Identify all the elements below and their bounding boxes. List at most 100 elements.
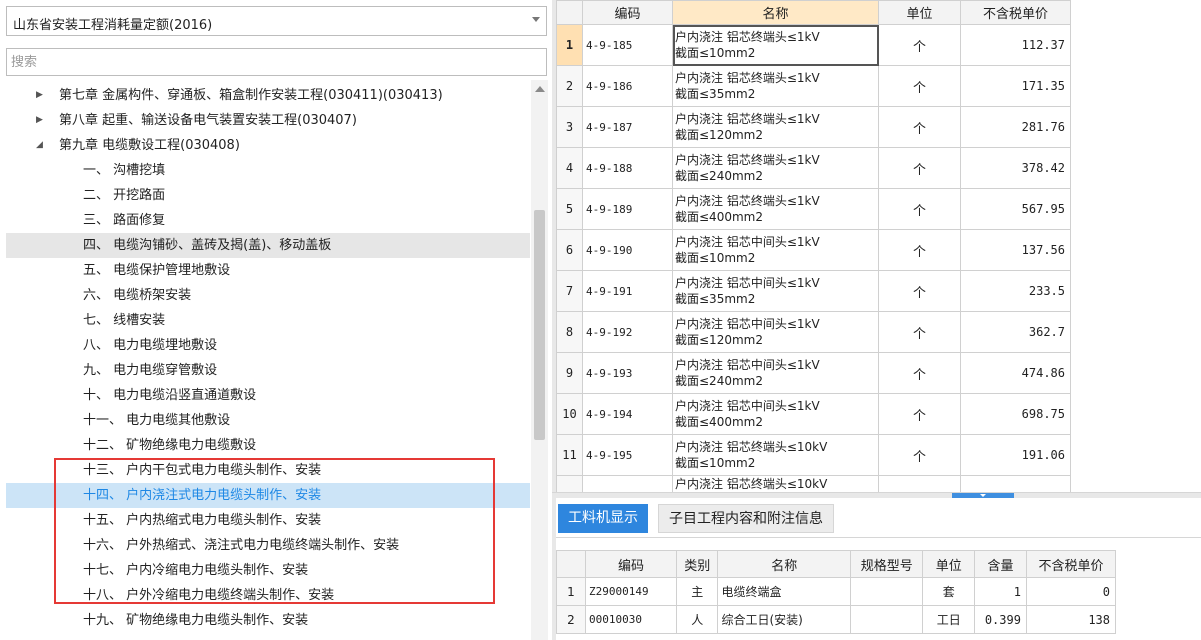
row-price[interactable]: 233.5	[960, 270, 1071, 312]
row-unit[interactable]: 个	[878, 393, 961, 435]
row-spec[interactable]	[849, 577, 924, 606]
table-row[interactable]: 3 4-9-187 户内浇注 铝芯终端头≤1kV 截面≤120mm2 个 281.…	[556, 106, 1071, 148]
tree-section-hovered[interactable]: 四、 电缆沟铺砂、盖砖及揭(盖)、移动盖板	[6, 233, 530, 258]
tree-section[interactable]: 三、 路面修复	[6, 208, 530, 233]
row-price[interactable]: 138	[1025, 605, 1117, 634]
table-row[interactable]: 1 Z29000149 主 电缆终端盒 套 1 0	[556, 577, 1117, 606]
table-row[interactable]: 2 00010030 人 综合工日(安装) 工日 0.399 138	[556, 605, 1117, 634]
row-name[interactable]: 户内浇注 铝芯终端头≤10kV	[672, 475, 879, 492]
row-spec[interactable]	[849, 605, 924, 634]
row-name[interactable]: 户内浇注 铝芯终端头≤1kV 截面≤35mm2	[672, 65, 879, 107]
row-price[interactable]: 191.06	[960, 434, 1071, 476]
row-code[interactable]: 4-9-185	[582, 24, 673, 66]
row-unit[interactable]: 个	[878, 352, 961, 394]
tree-section[interactable]: 八、 电力电缆埋地敷设	[6, 333, 530, 358]
row-price[interactable]: 698.75	[960, 393, 1071, 435]
tree-section[interactable]: 一、 沟槽挖填	[6, 158, 530, 183]
tab-work-content[interactable]: 子目工程内容和附注信息	[658, 504, 834, 533]
row-name[interactable]: 户内浇注 铝芯中间头≤1kV 截面≤35mm2	[672, 270, 879, 312]
row-name[interactable]: 户内浇注 铝芯终端头≤10kV 截面≤10mm2	[672, 434, 879, 476]
table-row[interactable]: 8 4-9-192 户内浇注 铝芯中间头≤1kV 截面≤120mm2 个 362.…	[556, 311, 1071, 353]
table-row[interactable]: 4 4-9-188 户内浇注 铝芯终端头≤1kV 截面≤240mm2 个 378.…	[556, 147, 1071, 189]
row-price[interactable]: 0	[1025, 577, 1117, 606]
row-name[interactable]: 户内浇注 铝芯终端头≤1kV 截面≤120mm2	[672, 106, 879, 148]
row-code[interactable]: 4-9-194	[582, 393, 673, 435]
table-row[interactable]: 10 4-9-194 户内浇注 铝芯中间头≤1kV 截面≤400mm2 个 698…	[556, 393, 1071, 435]
row-price[interactable]: 171.35	[960, 65, 1071, 107]
row-code[interactable]: 4-9-187	[582, 106, 673, 148]
tree-section[interactable]: 十八、 户外冷缩电力电缆终端头制作、安装	[6, 583, 530, 608]
tree-section[interactable]: 十九、 矿物绝缘电力电缆头制作、安装	[6, 608, 530, 633]
row-price[interactable]: 378.42	[960, 147, 1071, 189]
tree-scrollbar[interactable]	[531, 80, 548, 640]
tree-section[interactable]: 十三、 户内干包式电力电缆头制作、安装	[6, 458, 530, 483]
row-code[interactable]: 4-9-186	[582, 65, 673, 107]
table-row-partial[interactable]: 户内浇注 铝芯终端头≤10kV	[556, 475, 1071, 492]
table-row[interactable]: 5 4-9-189 户内浇注 铝芯终端头≤1kV 截面≤400mm2 个 567.…	[556, 188, 1071, 230]
row-name[interactable]: 户内浇注 铝芯终端头≤1kV 截面≤10mm2	[672, 24, 879, 66]
row-type[interactable]: 人	[676, 605, 719, 634]
tree-section[interactable]: 九、 电力电缆穿管敷设	[6, 358, 530, 383]
table-row[interactable]: 9 4-9-193 户内浇注 铝芯中间头≤1kV 截面≤240mm2 个 474.…	[556, 352, 1071, 394]
row-qty[interactable]: 1	[974, 577, 1027, 606]
row-unit[interactable]: 个	[878, 147, 961, 189]
row-name[interactable]: 电缆终端盒	[717, 577, 851, 606]
row-price[interactable]	[960, 475, 1071, 492]
tree-section[interactable]: 十二、 矿物绝缘电力电缆敷设	[6, 433, 530, 458]
tree-section[interactable]: 五、 电缆保护管埋地敷设	[6, 258, 530, 283]
row-code[interactable]: 4-9-191	[582, 270, 673, 312]
row-name[interactable]: 户内浇注 铝芯终端头≤1kV 截面≤240mm2	[672, 147, 879, 189]
row-name[interactable]: 户内浇注 铝芯中间头≤1kV 截面≤400mm2	[672, 393, 879, 435]
tree-section[interactable]: 十六、 户外热缩式、浇注式电力电缆终端头制作、安装	[6, 533, 530, 558]
row-unit[interactable]: 个	[878, 65, 961, 107]
col-header-type[interactable]: 类别	[676, 550, 719, 578]
search-field[interactable]	[6, 48, 547, 76]
tree-section-selected[interactable]: 十四、 户内浇注式电力电缆头制作、安装	[6, 483, 530, 508]
tree-section[interactable]: 二、 开挖路面	[6, 183, 530, 208]
row-unit[interactable]: 个	[878, 188, 961, 230]
row-code[interactable]: 4-9-190	[582, 229, 673, 271]
tree-section[interactable]: 十五、 户内热缩式电力电缆头制作、安装	[6, 508, 530, 533]
row-code[interactable]	[582, 475, 673, 492]
library-select[interactable]: 山东省安装工程消耗量定额(2016)	[6, 6, 547, 36]
row-price[interactable]: 567.95	[960, 188, 1071, 230]
table-row[interactable]: 2 4-9-186 户内浇注 铝芯终端头≤1kV 截面≤35mm2 个 171.3…	[556, 65, 1071, 107]
row-unit[interactable]: 个	[878, 311, 961, 353]
collapse-arrow-icon[interactable]: ◢	[36, 133, 43, 158]
row-price[interactable]: 474.86	[960, 352, 1071, 394]
row-name[interactable]: 户内浇注 铝芯中间头≤1kV 截面≤10mm2	[672, 229, 879, 271]
row-unit[interactable]: 个	[878, 270, 961, 312]
col-header-unit[interactable]: 单位	[922, 550, 976, 578]
row-qty[interactable]: 0.399	[974, 605, 1027, 634]
search-input[interactable]	[7, 49, 546, 75]
row-unit[interactable]: 个	[878, 434, 961, 476]
row-code[interactable]: 4-9-192	[582, 311, 673, 353]
col-header-code[interactable]: 编码	[582, 0, 673, 25]
tab-resource-display[interactable]: 工料机显示	[558, 504, 648, 533]
row-name[interactable]: 户内浇注 铝芯中间头≤1kV 截面≤120mm2	[672, 311, 879, 353]
row-price[interactable]: 137.56	[960, 229, 1071, 271]
col-header-qty[interactable]: 含量	[974, 550, 1027, 578]
col-header-name[interactable]: 名称	[672, 0, 879, 25]
col-header-price[interactable]: 不含税单价	[960, 0, 1071, 25]
expand-arrow-icon[interactable]: ▶	[36, 83, 43, 108]
expand-arrow-icon[interactable]: ▶	[36, 108, 43, 133]
row-price[interactable]: 112.37	[960, 24, 1071, 66]
row-price[interactable]: 362.7	[960, 311, 1071, 353]
col-header-unit[interactable]: 单位	[878, 0, 961, 25]
collapse-down-icon[interactable]	[980, 494, 986, 497]
row-unit[interactable]: 套	[922, 577, 976, 606]
table-row[interactable]: 6 4-9-190 户内浇注 铝芯中间头≤1kV 截面≤10mm2 个 137.5…	[556, 229, 1071, 271]
col-header-spec[interactable]: 规格型号	[849, 550, 924, 578]
row-code[interactable]: 4-9-189	[582, 188, 673, 230]
tree-section[interactable]: 七、 线槽安装	[6, 308, 530, 333]
row-unit[interactable]: 个	[878, 229, 961, 271]
tree-section[interactable]: 十一、 电力电缆其他敷设	[6, 408, 530, 433]
row-unit[interactable]: 个	[878, 106, 961, 148]
tree-section[interactable]: 十七、 户内冷缩电力电缆头制作、安装	[6, 558, 530, 583]
table-row-selected[interactable]: 1 4-9-185 户内浇注 铝芯终端头≤1kV 截面≤10mm2 个 112.3…	[556, 24, 1071, 66]
col-header-code[interactable]: 编码	[584, 550, 678, 578]
row-type[interactable]: 主	[676, 577, 719, 606]
tree-chapter-8[interactable]: ▶ 第八章 起重、输送设备电气装置安装工程(030407)	[6, 108, 530, 133]
scrollbar-thumb[interactable]	[534, 210, 545, 440]
